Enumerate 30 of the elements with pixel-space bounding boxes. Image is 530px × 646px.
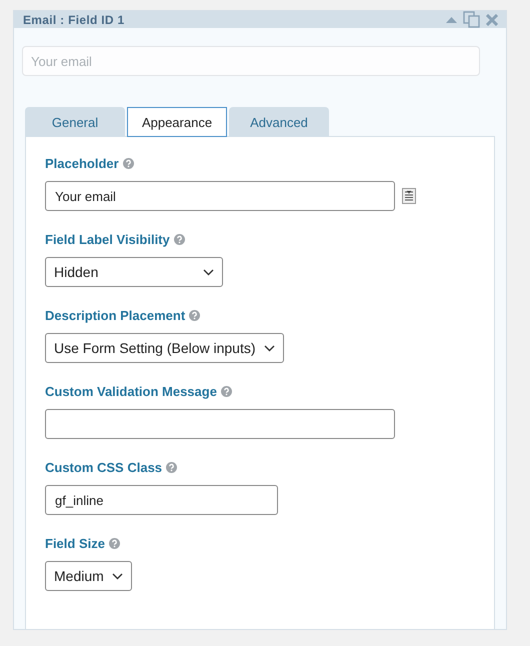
email-input-field[interactable]: Your email <box>22 46 480 76</box>
chevron-down-icon <box>203 268 214 276</box>
setting-label: Placeholder <box>45 156 119 170</box>
chevron-down-icon <box>264 344 275 352</box>
setting-label: Custom CSS Class <box>45 460 162 474</box>
help-icon[interactable] <box>108 538 120 548</box>
setting-label: Custom Validation Message <box>45 384 217 398</box>
merge-tags-icon[interactable] <box>402 188 416 204</box>
dropdown-select[interactable]: Use Form Setting (Below inputs) <box>45 333 284 363</box>
duplicate-icon[interactable] <box>463 11 480 28</box>
panel-title: Email : Field ID 1 <box>23 12 126 26</box>
help-icon[interactable] <box>166 462 178 472</box>
setting-label: Field Label Visibility <box>45 232 170 246</box>
text-input-field[interactable]: gf_inline <box>45 485 278 515</box>
text-input-field[interactable] <box>45 409 395 439</box>
dropdown-select[interactable]: Medium <box>45 561 132 591</box>
dropdown-select[interactable]: Hidden <box>45 257 223 287</box>
settings-tab[interactable]: Appearance <box>127 107 227 137</box>
settings-tab[interactable]: General <box>25 107 125 137</box>
text-input-field[interactable]: Your email <box>45 181 395 211</box>
help-icon[interactable] <box>189 310 200 320</box>
setting-label: Description Placement <box>45 308 186 322</box>
setting-label: Field Size <box>45 536 105 550</box>
help-icon[interactable] <box>122 158 134 168</box>
help-icon[interactable] <box>174 234 185 244</box>
settings-tab[interactable]: Advanced <box>229 107 329 137</box>
close-icon[interactable] <box>486 14 498 26</box>
chevron-down-icon <box>112 572 123 580</box>
help-icon[interactable] <box>220 386 232 396</box>
collapse-icon[interactable] <box>446 16 457 22</box>
